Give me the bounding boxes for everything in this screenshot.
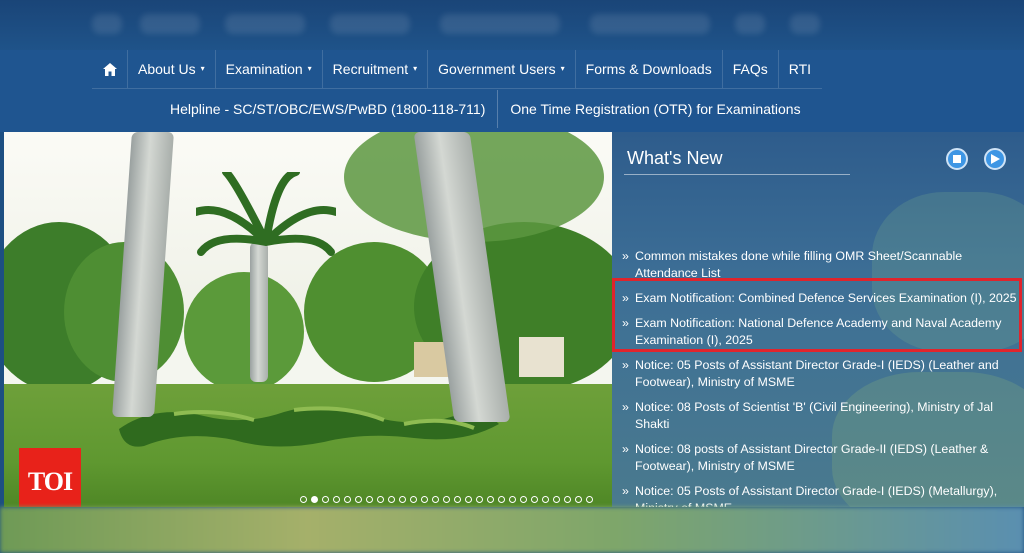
nav-primary-row: About Us ▾ Examination ▾ Recruitment ▾ Gove…	[92, 50, 821, 88]
slider-dot[interactable]	[322, 496, 329, 503]
news-item[interactable]: » Notice: 08 posts of Assistant Director …	[622, 441, 1018, 475]
blurred-header-item	[790, 14, 820, 34]
nav-about-us[interactable]: About Us ▾	[128, 50, 216, 88]
news-item-text: Notice: 05 Posts of Assistant Director G…	[635, 484, 998, 507]
nav-secondary-row: Helpline - SC/ST/OBC/EWS/PwBD (1800-118-…	[160, 90, 811, 128]
palm-fronds	[196, 172, 336, 256]
blurred-bottom-strip	[0, 507, 1024, 553]
blurred-header-item	[440, 14, 560, 34]
nav-divider	[497, 90, 499, 128]
slider-dot[interactable]	[399, 496, 406, 503]
caret-down-icon: ▾	[307, 64, 312, 73]
nav-forms-downloads[interactable]: Forms & Downloads	[576, 50, 723, 88]
nav-label: Recruitment	[332, 61, 409, 77]
slider-dot[interactable]	[333, 496, 340, 503]
bullet-icon: »	[622, 484, 629, 498]
caret-down-icon: ▾	[200, 64, 205, 73]
news-item-text: Notice: 08 posts of Assistant Director G…	[635, 442, 989, 473]
slider-dot[interactable]	[311, 496, 318, 503]
title-underline	[624, 174, 850, 175]
nav-label: FAQs	[732, 61, 768, 77]
slider-dot[interactable]	[300, 496, 307, 503]
slider-dot[interactable]	[575, 496, 582, 503]
slider-dot[interactable]	[564, 496, 571, 503]
home-icon[interactable]	[92, 50, 128, 88]
nav-divider	[92, 88, 822, 89]
caret-down-icon: ▾	[413, 64, 418, 73]
hedge-lettering	[119, 406, 499, 447]
blurred-header-item	[590, 14, 710, 34]
slider-dot[interactable]	[586, 496, 593, 503]
news-item-text: Common mistakes done while filling OMR S…	[635, 249, 963, 280]
news-item[interactable]: » Notice: 05 Posts of Assistant Director …	[622, 357, 1018, 391]
slider-dot[interactable]	[476, 496, 483, 503]
blurred-header-item	[140, 14, 200, 34]
nav-label: Government Users	[438, 61, 556, 77]
nav-label: Examination	[225, 61, 303, 77]
campus-photo-slider: TOI	[4, 132, 612, 507]
blurred-header-item	[330, 14, 410, 34]
slider-dot[interactable]	[355, 496, 362, 503]
news-item-text: Notice: 05 Posts of Assistant Director G…	[635, 358, 999, 389]
nav-label: RTI	[788, 61, 812, 77]
slider-dot[interactable]	[443, 496, 450, 503]
slider-pagination	[300, 496, 593, 503]
bullet-icon: »	[622, 358, 629, 372]
slider-dot[interactable]	[432, 496, 439, 503]
nav-examination[interactable]: Examination ▾	[216, 50, 323, 88]
blurred-header-item	[735, 14, 765, 34]
main-navigation: About Us ▾ Examination ▾ Recruitment ▾ Gove…	[0, 50, 1024, 132]
nav-faqs[interactable]: FAQs	[723, 50, 779, 88]
slider-dot[interactable]	[388, 496, 395, 503]
slider-dot[interactable]	[421, 496, 428, 503]
slider-dot[interactable]	[465, 496, 472, 503]
blurred-header-item	[92, 14, 122, 34]
slider-dot[interactable]	[553, 496, 560, 503]
slider-dot[interactable]	[509, 496, 516, 503]
nav-rti[interactable]: RTI	[779, 50, 821, 88]
palm-trunk	[250, 242, 268, 382]
slider-dot[interactable]	[410, 496, 417, 503]
play-icon[interactable]	[984, 148, 1006, 170]
news-item-text: Notice: 08 Posts of Scientist 'B' (Civil…	[635, 400, 993, 431]
building	[519, 337, 564, 377]
slider-dot[interactable]	[377, 496, 384, 503]
bullet-icon: »	[622, 442, 629, 456]
nav-recruitment[interactable]: Recruitment ▾	[323, 50, 429, 88]
tree-canopy	[184, 272, 304, 392]
news-item[interactable]: » Common mistakes done while filling OMR …	[622, 248, 1018, 282]
slider-dot[interactable]	[520, 496, 527, 503]
nav-helpline-link[interactable]: Helpline - SC/ST/OBC/EWS/PwBD (1800-118-…	[160, 90, 495, 128]
top-header-strip	[0, 0, 1024, 50]
news-item[interactable]: » Notice: 05 Posts of Assistant Director …	[622, 483, 1018, 507]
stop-icon[interactable]	[946, 148, 968, 170]
bullet-icon: »	[622, 400, 629, 414]
nav-label: About Us	[138, 61, 196, 77]
nav-label: Forms & Downloads	[585, 61, 712, 77]
whats-new-title: What's New	[627, 148, 723, 168]
slider-dot[interactable]	[487, 496, 494, 503]
blurred-header-item	[225, 14, 305, 34]
nav-otr-link[interactable]: One Time Registration (OTR) for Examinat…	[500, 90, 810, 128]
slider-dot[interactable]	[454, 496, 461, 503]
slider-dot[interactable]	[366, 496, 373, 503]
slider-dot[interactable]	[344, 496, 351, 503]
slider-dot[interactable]	[498, 496, 505, 503]
slider-dot[interactable]	[542, 496, 549, 503]
toi-watermark-logo: TOI	[19, 448, 81, 507]
news-item[interactable]: » Notice: 08 Posts of Scientist 'B' (Civi…	[622, 399, 1018, 433]
highlight-box	[612, 278, 1022, 352]
slider-dot[interactable]	[531, 496, 538, 503]
caret-down-icon: ▾	[560, 64, 565, 73]
nav-government-users[interactable]: Government Users ▾	[428, 50, 576, 88]
bullet-icon: »	[622, 249, 629, 263]
